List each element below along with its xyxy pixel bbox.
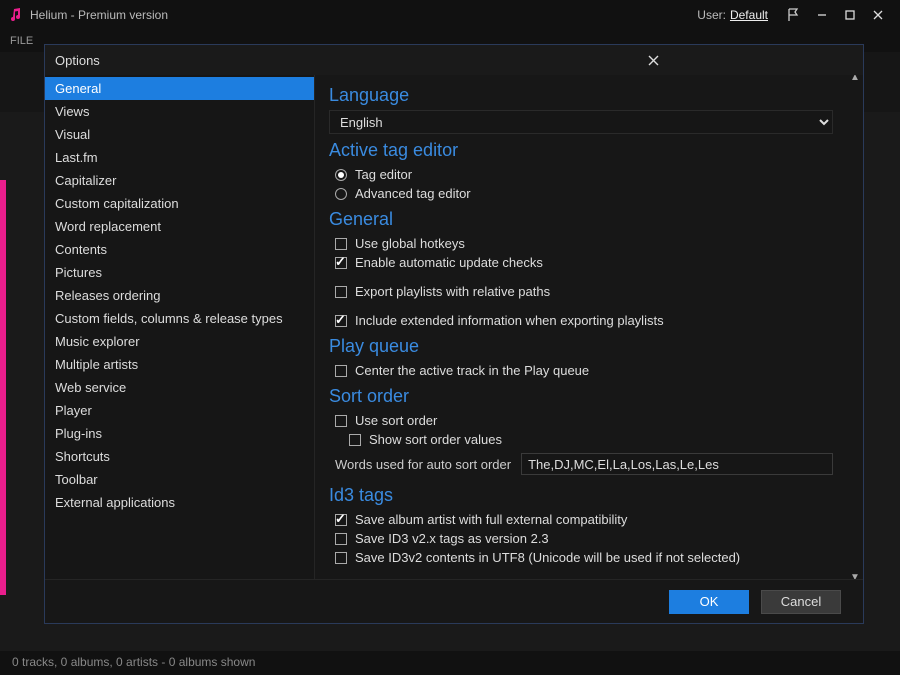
checkbox-label: Center the active track in the Play queu… [355, 363, 589, 378]
scroll-down-icon[interactable]: ▼ [849, 571, 861, 579]
checkbox-label: Save album artist with full external com… [355, 512, 627, 527]
sidebar-item-multiple-artists[interactable]: Multiple artists [45, 353, 314, 376]
checkbox-icon [335, 415, 347, 427]
sidebar-item-music-explorer[interactable]: Music explorer [45, 330, 314, 353]
section-active-tag-editor: Active tag editor [329, 140, 833, 161]
check-save-album-artist[interactable]: Save album artist with full external com… [329, 510, 833, 529]
sidebar-item-toolbar[interactable]: Toolbar [45, 468, 314, 491]
sidebar-item-custom-capitalization[interactable]: Custom capitalization [45, 192, 314, 215]
sidebar-item-pictures[interactable]: Pictures [45, 261, 314, 284]
sidebar-item-shortcuts[interactable]: Shortcuts [45, 445, 314, 468]
check-use-sort-order[interactable]: Use sort order [329, 411, 833, 430]
flag-icon[interactable] [780, 0, 808, 30]
cancel-button[interactable]: Cancel [761, 590, 841, 614]
content-scroll[interactable]: Language English Active tag editor Tag e… [329, 79, 845, 575]
sidebar-item-word-replacement[interactable]: Word replacement [45, 215, 314, 238]
dialog-body: GeneralViewsVisualLast.fmCapitalizerCust… [45, 75, 863, 579]
radio-label: Tag editor [355, 167, 412, 182]
sidebar-item-capitalizer[interactable]: Capitalizer [45, 169, 314, 192]
radio-icon [335, 188, 347, 200]
checkbox-icon [335, 257, 347, 269]
radio-label: Advanced tag editor [355, 186, 471, 201]
user-name[interactable]: Default [730, 8, 768, 22]
menu-file[interactable]: FILE [10, 35, 33, 47]
options-sidebar: GeneralViewsVisualLast.fmCapitalizerCust… [45, 75, 315, 579]
check-export-relative[interactable]: Export playlists with relative paths [329, 282, 833, 301]
check-save-utf8[interactable]: Save ID3v2 contents in UTF8 (Unicode wil… [329, 548, 833, 567]
checkbox-icon [335, 514, 347, 526]
app-logo-icon [8, 7, 24, 23]
checkbox-label: Include extended information when export… [355, 313, 664, 328]
checkbox-label: Enable automatic update checks [355, 255, 543, 270]
radio-advanced-tag-editor[interactable]: Advanced tag editor [329, 184, 833, 203]
sidebar-item-visual[interactable]: Visual [45, 123, 314, 146]
radio-tag-editor[interactable]: Tag editor [329, 165, 833, 184]
section-general: General [329, 209, 833, 230]
options-content: Language English Active tag editor Tag e… [315, 75, 863, 579]
close-button[interactable] [864, 0, 892, 30]
section-play-queue: Play queue [329, 336, 833, 357]
sort-words-label: Words used for auto sort order [335, 457, 511, 472]
sidebar-item-releases-ordering[interactable]: Releases ordering [45, 284, 314, 307]
sidebar-item-general[interactable]: General [45, 77, 314, 100]
status-bar: 0 tracks, 0 albums, 0 artists - 0 albums… [0, 651, 900, 675]
accent-strip [0, 180, 6, 595]
language-select-row: English [329, 110, 833, 134]
check-enable-updates[interactable]: Enable automatic update checks [329, 253, 833, 272]
sidebar-item-player[interactable]: Player [45, 399, 314, 422]
dialog-close-button[interactable] [454, 50, 853, 70]
sidebar-item-views[interactable]: Views [45, 100, 314, 123]
dialog-title: Options [55, 53, 454, 68]
check-center-active[interactable]: Center the active track in the Play queu… [329, 361, 833, 380]
checkbox-icon [335, 315, 347, 327]
sidebar-item-custom-fields-columns-release-types[interactable]: Custom fields, columns & release types [45, 307, 314, 330]
checkbox-label: Save ID3 v2.x tags as version 2.3 [355, 531, 549, 546]
sidebar-item-external-applications[interactable]: External applications [45, 491, 314, 514]
checkbox-icon [335, 365, 347, 377]
minimize-button[interactable] [808, 0, 836, 30]
sort-words-row: Words used for auto sort order [329, 449, 833, 479]
checkbox-icon [335, 533, 347, 545]
dialog-footer: OK Cancel [45, 579, 863, 623]
sort-words-input[interactable] [521, 453, 833, 475]
sidebar-item-contents[interactable]: Contents [45, 238, 314, 261]
checkbox-label: Export playlists with relative paths [355, 284, 550, 299]
sidebar-item-last-fm[interactable]: Last.fm [45, 146, 314, 169]
options-dialog: Options GeneralViewsVisualLast.fmCapital… [44, 44, 864, 624]
checkbox-icon [335, 238, 347, 250]
ok-button[interactable]: OK [669, 590, 749, 614]
section-sort-order: Sort order [329, 386, 833, 407]
check-show-sort-values[interactable]: Show sort order values [329, 430, 833, 449]
check-global-hotkeys[interactable]: Use global hotkeys [329, 234, 833, 253]
sidebar-item-web-service[interactable]: Web service [45, 376, 314, 399]
checkbox-label: Use sort order [355, 413, 437, 428]
title-bar: Helium - Premium version User: Default [0, 0, 900, 30]
section-id3-tags: Id3 tags [329, 485, 833, 506]
radio-icon [335, 169, 347, 181]
language-select[interactable]: English [329, 110, 833, 134]
checkbox-icon [335, 552, 347, 564]
checkbox-icon [335, 286, 347, 298]
checkbox-label: Use global hotkeys [355, 236, 465, 251]
user-label: User: [697, 8, 726, 22]
scroll-up-icon[interactable]: ▲ [849, 75, 861, 83]
check-include-extended[interactable]: Include extended information when export… [329, 311, 833, 330]
dialog-title-bar: Options [45, 45, 863, 75]
checkbox-label: Show sort order values [369, 432, 502, 447]
section-language: Language [329, 85, 833, 106]
sidebar-item-plug-ins[interactable]: Plug-ins [45, 422, 314, 445]
checkbox-icon [349, 434, 361, 446]
maximize-button[interactable] [836, 0, 864, 30]
checkbox-label: Save ID3v2 contents in UTF8 (Unicode wil… [355, 550, 740, 565]
check-save-v23[interactable]: Save ID3 v2.x tags as version 2.3 [329, 529, 833, 548]
app-title: Helium - Premium version [30, 8, 697, 22]
